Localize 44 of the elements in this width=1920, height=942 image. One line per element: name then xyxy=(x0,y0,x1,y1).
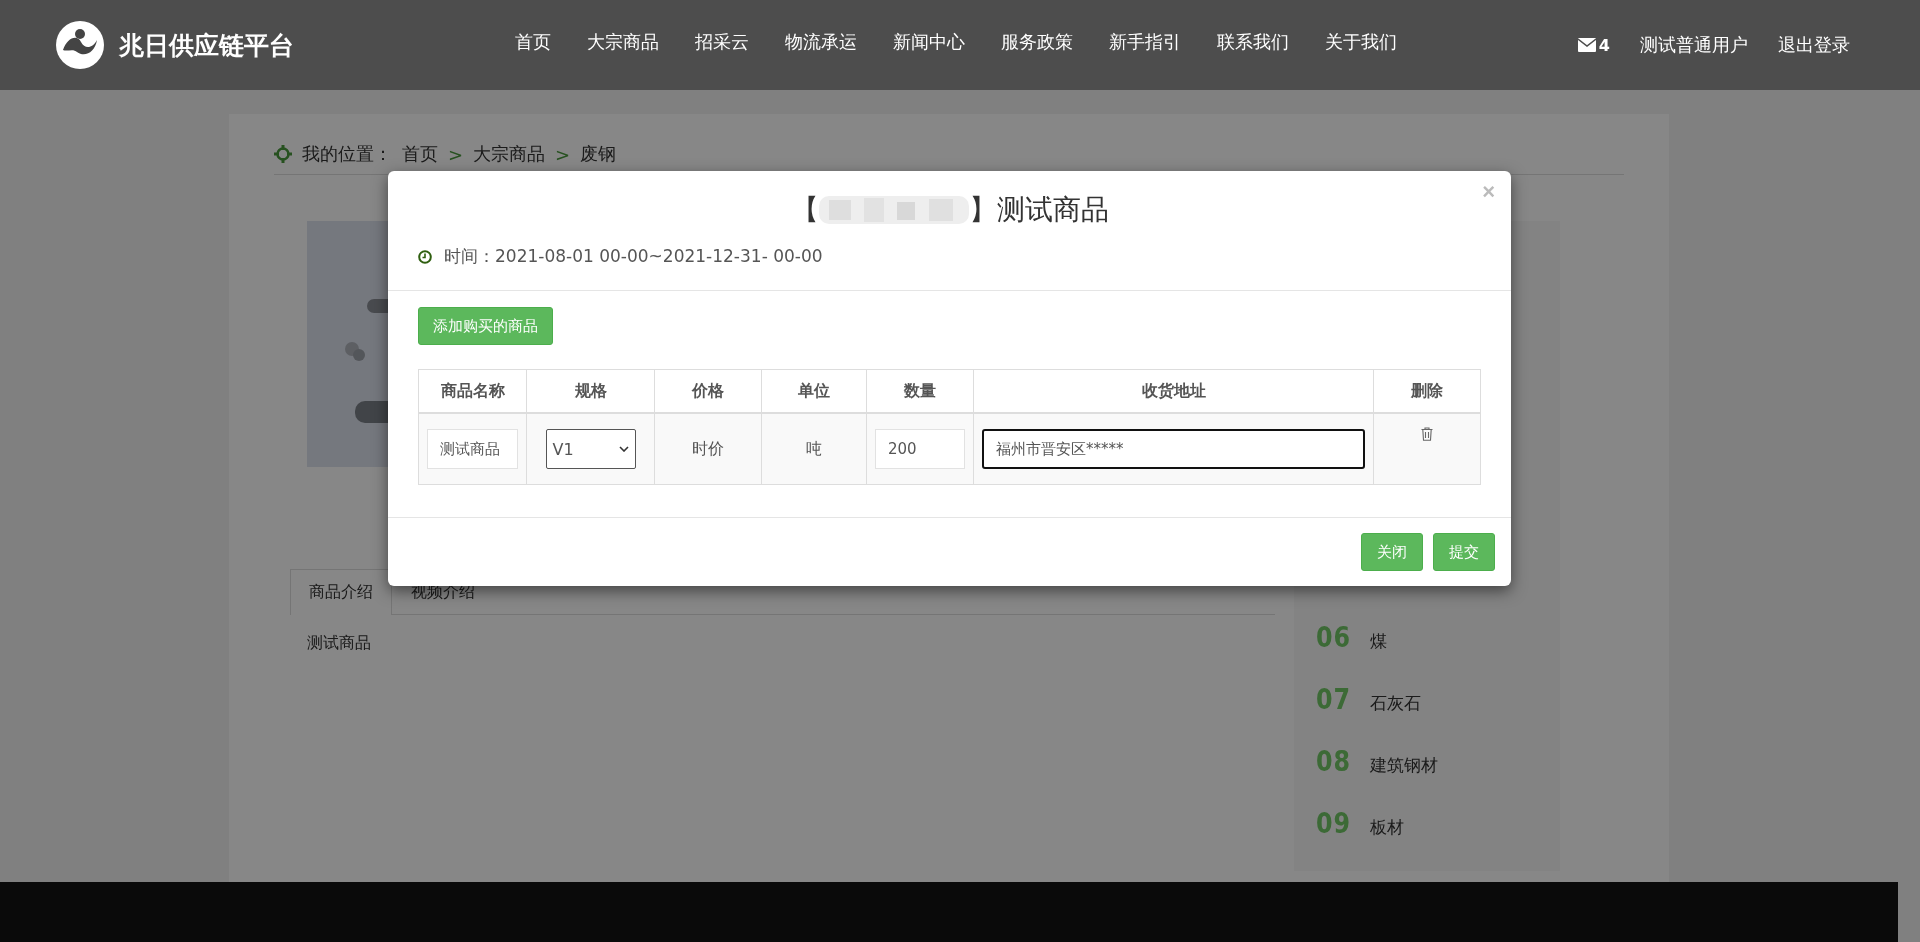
nav-link[interactable]: 首页 xyxy=(515,30,551,54)
product-name-field[interactable]: 测试商品 xyxy=(427,429,518,469)
category-link[interactable]: 煤 xyxy=(1370,630,1387,653)
detail-tab[interactable]: 商品介绍 xyxy=(290,569,392,615)
mail-icon[interactable] xyxy=(1577,38,1596,52)
category-link[interactable]: 板材 xyxy=(1370,816,1404,839)
title-bracket: 【 xyxy=(790,192,819,228)
caret-icon xyxy=(618,446,629,452)
breadcrumb-link[interactable]: 大宗商品 xyxy=(473,142,546,166)
trash-icon[interactable] xyxy=(1421,427,1433,441)
clock-icon xyxy=(418,249,432,264)
rank-number: 07 xyxy=(1316,683,1350,716)
nav-link[interactable]: 新闻中心 xyxy=(893,30,965,54)
category-link[interactable]: 石灰石 xyxy=(1370,692,1421,715)
breadcrumb-label: 我的位置： xyxy=(302,142,392,166)
message-count[interactable]: 4 xyxy=(1598,35,1610,55)
rank-number: 08 xyxy=(1316,745,1350,778)
nav-link[interactable]: 新手指引 xyxy=(1109,30,1181,54)
address-field[interactable]: 福州市晋安区***** xyxy=(982,429,1365,469)
nav-link[interactable]: 物流承运 xyxy=(785,30,857,54)
logo-icon xyxy=(55,20,105,70)
nav-link[interactable]: 大宗商品 xyxy=(587,30,659,54)
time-range: 时间：2021-08-01 00-00~2021-12-31- 00-00 xyxy=(444,245,823,268)
user-link[interactable]: 测试普通用户 xyxy=(1640,33,1748,57)
location-icon xyxy=(274,145,292,163)
logout-link[interactable]: 退出登录 xyxy=(1778,33,1850,57)
nav-link[interactable]: 关于我们 xyxy=(1325,30,1397,54)
breadcrumb-link[interactable]: 废钢 xyxy=(580,142,617,166)
rank-number: 09 xyxy=(1316,807,1350,840)
quantity-field[interactable]: 200 xyxy=(875,429,965,469)
breadcrumb-separator: > xyxy=(555,143,571,165)
unit-cell: 吨 xyxy=(806,438,822,458)
spec-select[interactable]: V1 xyxy=(545,429,636,469)
modal-title: 】测试商品 xyxy=(968,192,1109,228)
breadcrumb-link[interactable]: 首页 xyxy=(402,142,438,166)
brand-name: 兆日供应链平台 xyxy=(119,29,294,62)
nav-link[interactable]: 服务政策 xyxy=(1001,30,1073,54)
nav-link[interactable]: 招采云 xyxy=(695,30,749,54)
product-description: 测试商品 xyxy=(307,633,372,654)
breadcrumb-separator: > xyxy=(448,143,464,165)
rank-number: 06 xyxy=(1316,621,1350,654)
nav-link[interactable]: 联系我们 xyxy=(1217,30,1289,54)
price-cell: 时价 xyxy=(692,438,724,458)
category-link[interactable]: 建筑钢材 xyxy=(1370,754,1438,777)
